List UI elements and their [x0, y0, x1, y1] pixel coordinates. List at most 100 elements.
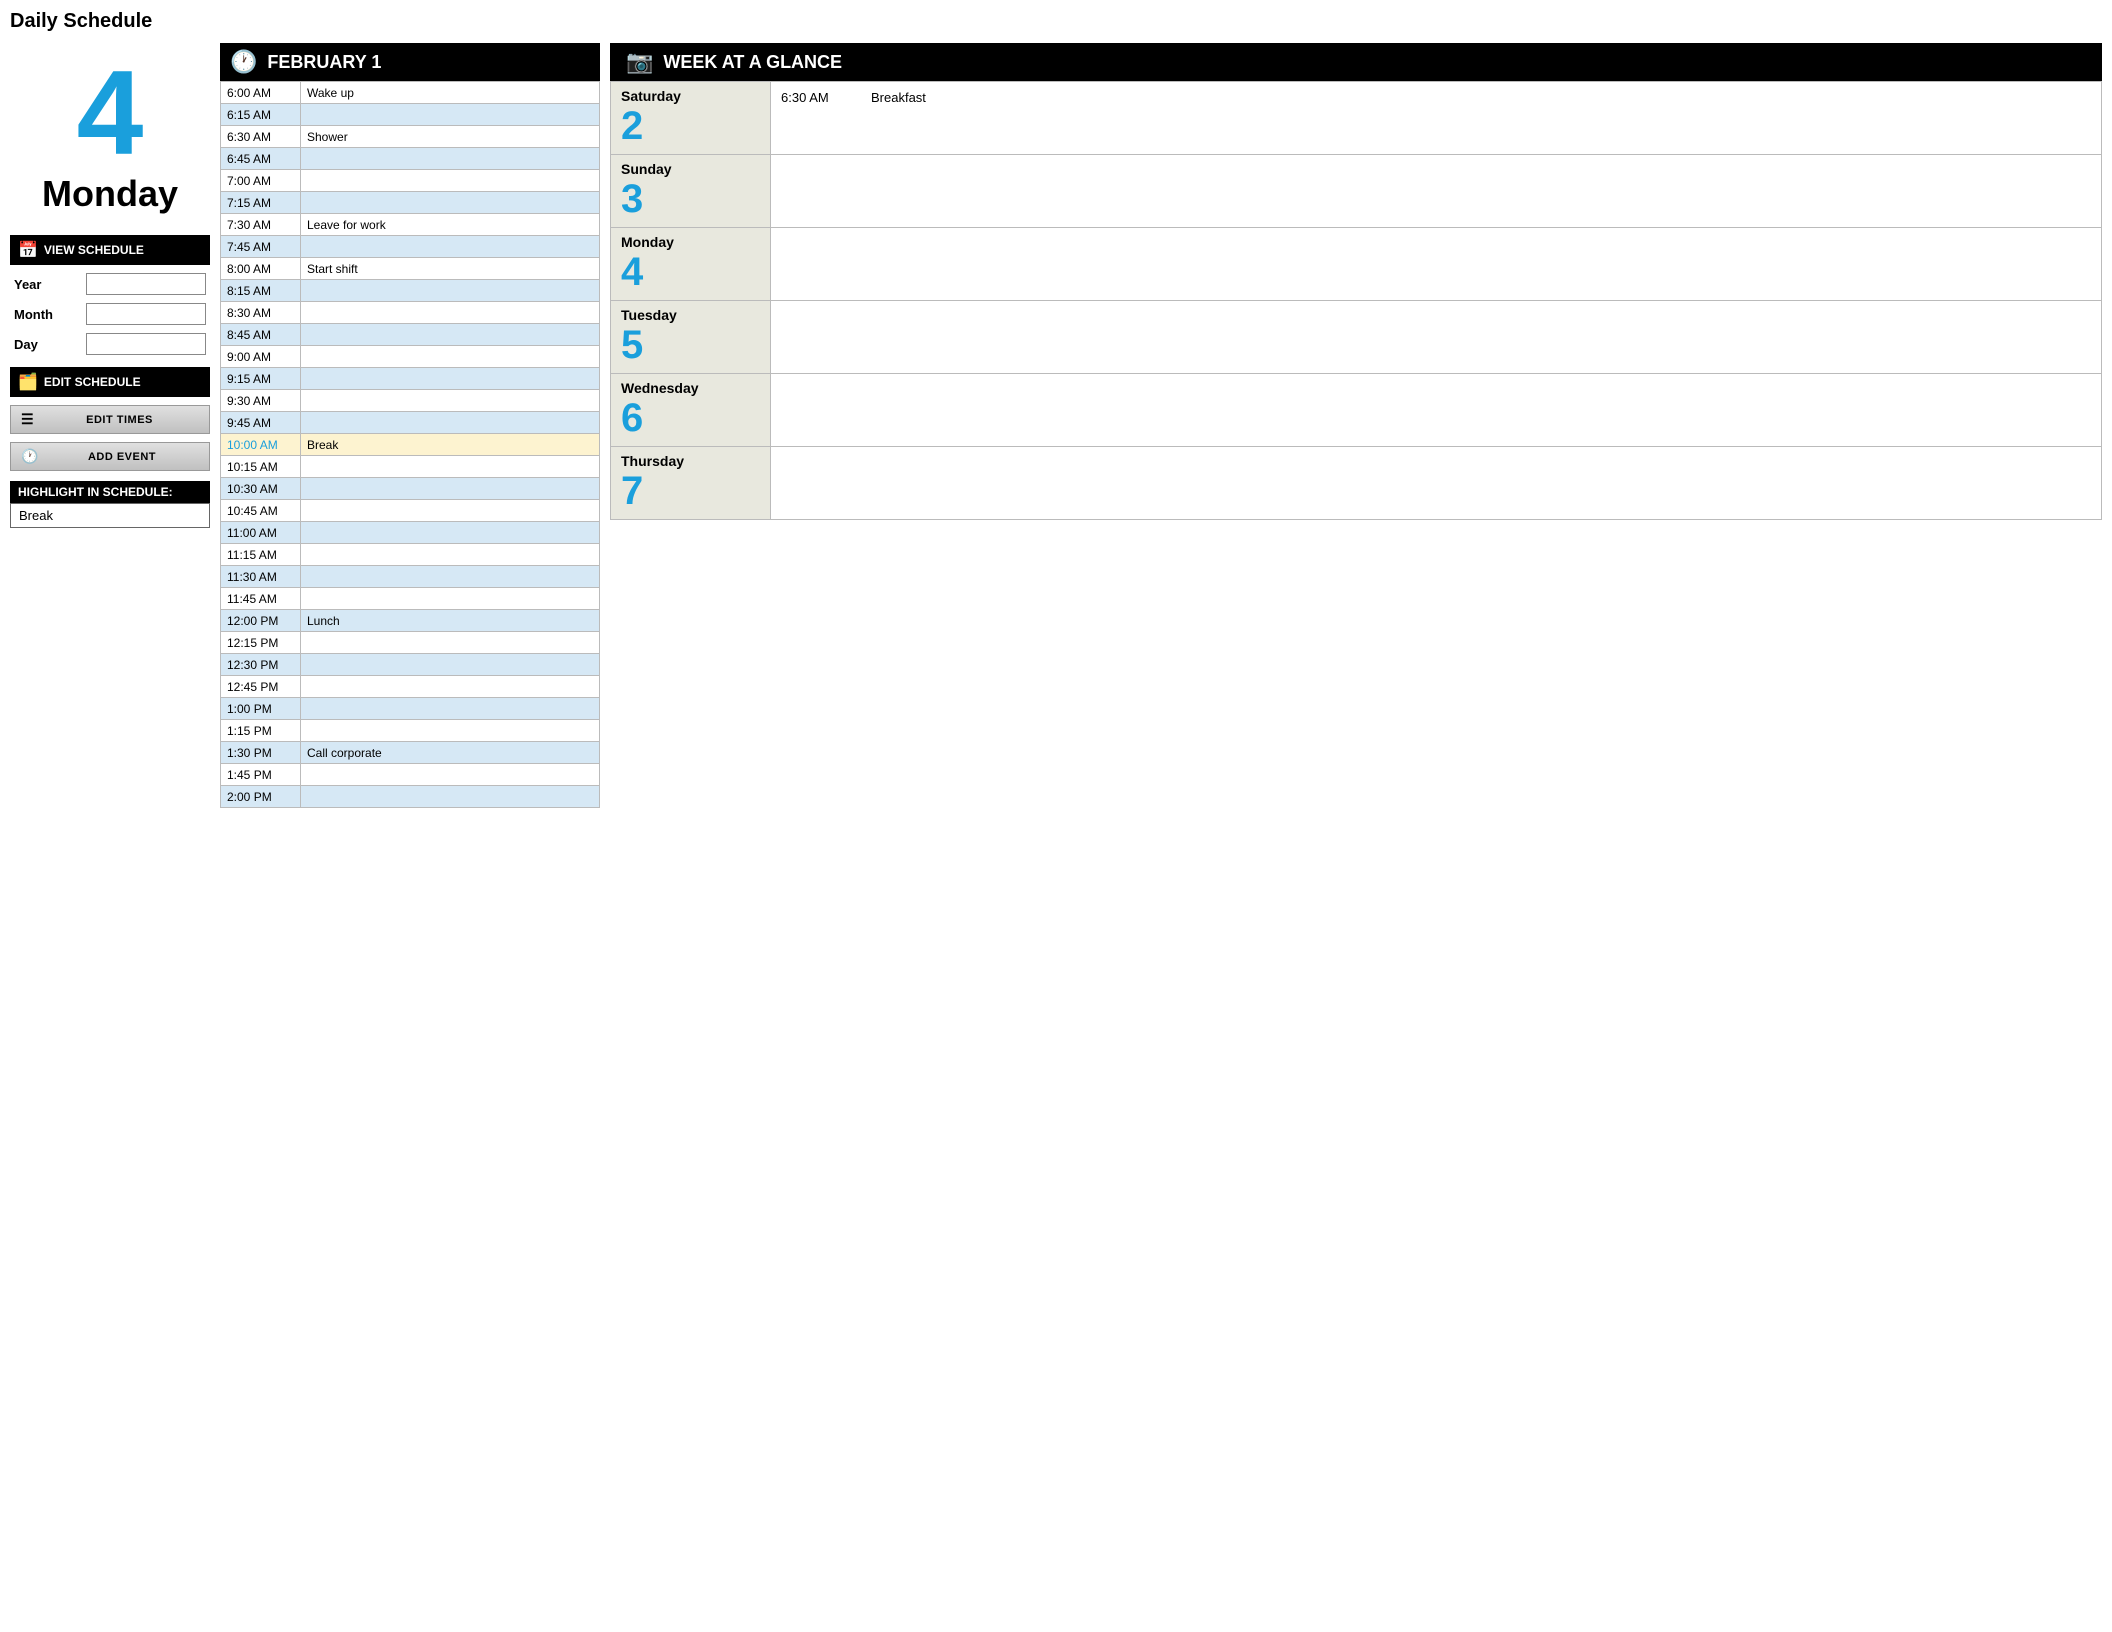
- schedule-row: 7:15 AM: [221, 192, 600, 214]
- schedule-row: 8:15 AM: [221, 280, 600, 302]
- schedule-time: 12:00 PM: [221, 610, 301, 632]
- edit-times-row: ☰ EDIT TIMES: [10, 405, 210, 434]
- schedule-row: 11:30 AM: [221, 566, 600, 588]
- schedule-event: [301, 588, 600, 610]
- add-event-row: 🕐 ADD EVENT: [10, 442, 210, 471]
- schedule-row: 12:15 PM: [221, 632, 600, 654]
- schedule-time: 12:30 PM: [221, 654, 301, 676]
- schedule-event: [301, 302, 600, 324]
- schedule-title: FEBRUARY 1: [267, 52, 381, 73]
- month-row: Month: [10, 303, 210, 325]
- week-row: Tuesday5: [611, 301, 2102, 374]
- schedule-row: 10:30 AM: [221, 478, 600, 500]
- schedule-row: 11:15 AM: [221, 544, 600, 566]
- right-panel: 📷 WEEK AT A GLANCE Saturday26:30 AMBreak…: [610, 43, 2102, 520]
- week-row: Wednesday6: [611, 374, 2102, 447]
- schedule-table: 6:00 AMWake up6:15 AM6:30 AMShower6:45 A…: [220, 81, 600, 808]
- schedule-event: [301, 544, 600, 566]
- schedule-event: [301, 676, 600, 698]
- schedule-row: 1:15 PM: [221, 720, 600, 742]
- schedule-event: Lunch: [301, 610, 600, 632]
- schedule-row: 1:30 PMCall corporate: [221, 742, 600, 764]
- schedule-row: 11:45 AM: [221, 588, 600, 610]
- schedule-row: 10:45 AM: [221, 500, 600, 522]
- schedule-time: 6:30 AM: [221, 126, 301, 148]
- schedule-time: 1:45 PM: [221, 764, 301, 786]
- add-event-button[interactable]: 🕐 ADD EVENT: [10, 442, 210, 471]
- week-day-number: 3: [621, 177, 760, 221]
- week-event-name: Breakfast: [871, 90, 926, 105]
- schedule-time: 12:45 PM: [221, 676, 301, 698]
- highlight-section: HIGHLIGHT IN SCHEDULE: Break: [10, 481, 210, 528]
- schedule-time: 9:30 AM: [221, 390, 301, 412]
- month-input[interactable]: [86, 303, 206, 325]
- day-label: Day: [14, 337, 38, 352]
- schedule-event: [301, 412, 600, 434]
- schedule-header: 🕐 FEBRUARY 1: [220, 43, 600, 81]
- week-day-name: Thursday: [621, 453, 760, 469]
- schedule-row: 1:45 PM: [221, 764, 600, 786]
- week-events-cell: [771, 374, 2102, 447]
- schedule-event: Shower: [301, 126, 600, 148]
- schedule-row: 11:00 AM: [221, 522, 600, 544]
- schedule-time: 9:15 AM: [221, 368, 301, 390]
- week-day-cell: Thursday7: [611, 447, 771, 520]
- year-label: Year: [14, 277, 41, 292]
- schedule-event: [301, 764, 600, 786]
- day-name: Monday: [10, 173, 210, 215]
- schedule-event: Wake up: [301, 82, 600, 104]
- week-day-name: Monday: [621, 234, 760, 250]
- schedule-event: [301, 170, 600, 192]
- schedule-event: [301, 324, 600, 346]
- schedule-time: 10:45 AM: [221, 500, 301, 522]
- schedule-time: 7:00 AM: [221, 170, 301, 192]
- schedule-row: 8:30 AM: [221, 302, 600, 324]
- year-input[interactable]: [86, 273, 206, 295]
- day-input[interactable]: [86, 333, 206, 355]
- schedule-time: 1:30 PM: [221, 742, 301, 764]
- schedule-event: [301, 456, 600, 478]
- schedule-time: 6:45 AM: [221, 148, 301, 170]
- month-label: Month: [14, 307, 53, 322]
- schedule-time: 11:30 AM: [221, 566, 301, 588]
- week-event-time: 6:30 AM: [781, 90, 851, 105]
- schedule-time: 11:45 AM: [221, 588, 301, 610]
- schedule-event: [301, 698, 600, 720]
- week-row: Monday4: [611, 228, 2102, 301]
- schedule-time: 7:45 AM: [221, 236, 301, 258]
- schedule-event: [301, 368, 600, 390]
- week-header: 📷 WEEK AT A GLANCE: [610, 43, 2102, 81]
- schedule-time: 6:15 AM: [221, 104, 301, 126]
- week-event-row: 6:30 AM Breakfast: [781, 88, 2091, 107]
- page-title: Daily Schedule: [10, 10, 2102, 33]
- week-day-cell: Tuesday5: [611, 301, 771, 374]
- clock-icon: 🕐: [21, 448, 39, 465]
- schedule-time: 2:00 PM: [221, 786, 301, 808]
- list-icon: ☰: [21, 411, 34, 428]
- edit-times-button[interactable]: ☰ EDIT TIMES: [10, 405, 210, 434]
- week-day-number: 7: [621, 469, 760, 513]
- schedule-row: 6:45 AM: [221, 148, 600, 170]
- highlight-value: Break: [10, 503, 210, 528]
- edit-schedule-label: EDIT SCHEDULE: [44, 375, 141, 389]
- week-row: Thursday7: [611, 447, 2102, 520]
- schedule-row: 9:45 AM: [221, 412, 600, 434]
- schedule-row: 2:00 PM: [221, 786, 600, 808]
- schedule-event: [301, 522, 600, 544]
- week-events-cell: 6:30 AM Breakfast: [771, 82, 2102, 155]
- schedule-event: [301, 566, 600, 588]
- schedule-event: [301, 720, 600, 742]
- schedule-time: 12:15 PM: [221, 632, 301, 654]
- edit-schedule-header: 🗂️ EDIT SCHEDULE: [10, 367, 210, 397]
- schedule-row: 9:30 AM: [221, 390, 600, 412]
- schedule-event: [301, 104, 600, 126]
- schedule-row: 6:15 AM: [221, 104, 600, 126]
- schedule-event: [301, 500, 600, 522]
- week-day-cell: Wednesday6: [611, 374, 771, 447]
- schedule-event: [301, 236, 600, 258]
- week-row: Sunday3: [611, 155, 2102, 228]
- schedule-row: 9:15 AM: [221, 368, 600, 390]
- week-events-cell: [771, 155, 2102, 228]
- calendar-icon: 📅: [18, 240, 38, 260]
- schedule-time: 8:45 AM: [221, 324, 301, 346]
